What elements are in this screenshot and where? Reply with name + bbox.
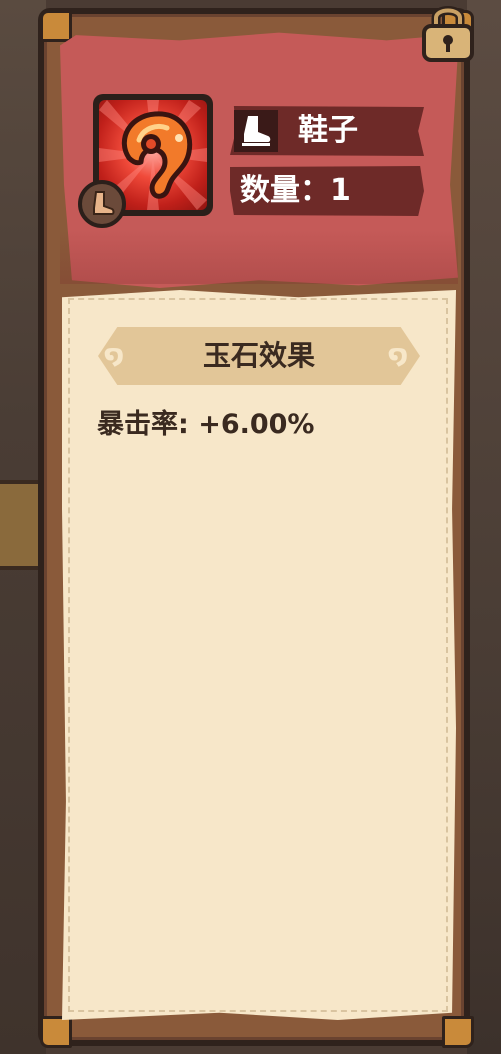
slot-type-box — [234, 110, 278, 152]
frame-corner — [40, 10, 72, 42]
frame-corner — [442, 1016, 474, 1048]
slot-badge — [78, 180, 126, 228]
item-name: 鞋子 — [298, 113, 358, 148]
background-right — [467, 0, 501, 1054]
boot-icon — [93, 191, 115, 215]
stat-line: 暴击率: +6.00% — [97, 409, 315, 440]
frame-corner — [40, 1016, 72, 1048]
item-quantity: 数量：1 — [240, 173, 351, 208]
header-shade — [60, 230, 458, 284]
padlock-icon[interactable] — [416, 0, 480, 64]
boot-icon — [242, 116, 271, 146]
section-title: 玉石效果 — [202, 339, 315, 372]
